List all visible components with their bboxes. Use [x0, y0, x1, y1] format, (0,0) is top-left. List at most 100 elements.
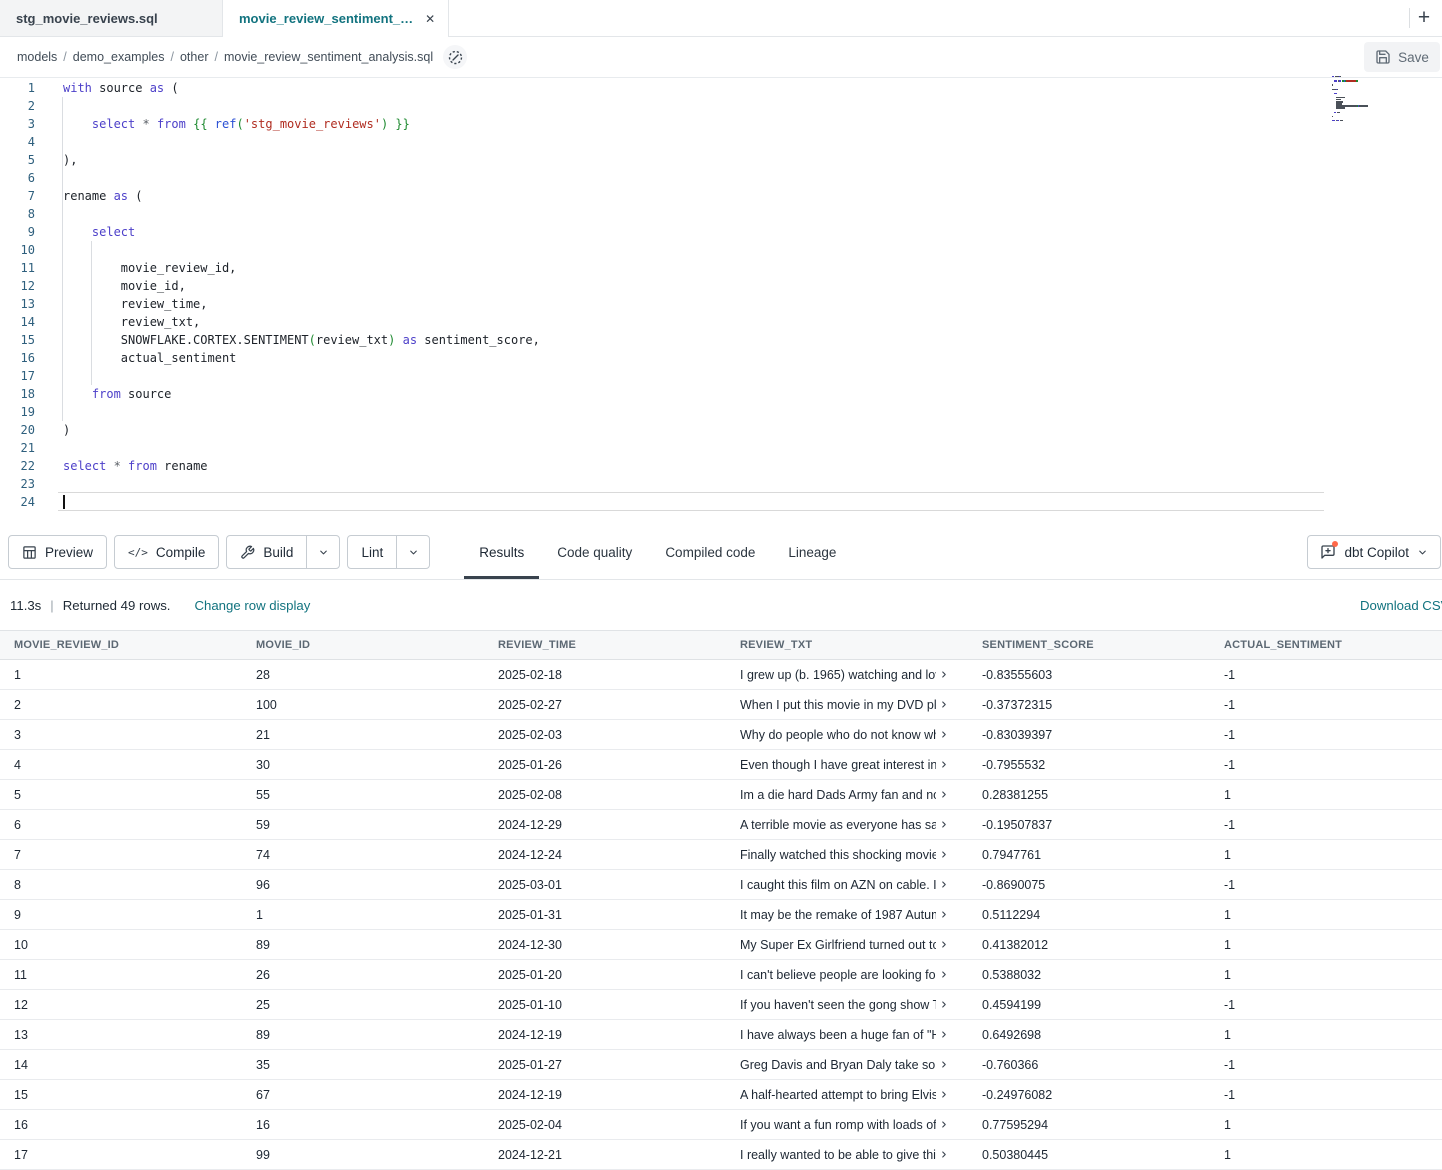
- column-header-sentiment_score[interactable]: SENTIMENT_SCORE: [968, 639, 1210, 651]
- code-line[interactable]: 23: [0, 475, 1442, 493]
- expand-cell-icon[interactable]: [939, 1058, 949, 1071]
- cell: 2025-01-27: [484, 1050, 726, 1079]
- table-row: 11262025-01-20I can't believe people are…: [0, 960, 1442, 990]
- code-line[interactable]: 12 movie_id,: [0, 277, 1442, 295]
- expand-cell-icon[interactable]: [939, 1028, 949, 1041]
- breadcrumb: models/demo_examples/other/movie_review_…: [17, 50, 433, 64]
- code-line[interactable]: 16 actual_sentiment: [0, 349, 1442, 367]
- tab-results[interactable]: Results: [464, 525, 539, 579]
- column-header-actual_sentiment[interactable]: ACTUAL_SENTIMENT: [1210, 639, 1442, 651]
- expand-cell-icon[interactable]: [939, 968, 949, 981]
- code-text: review_time,: [35, 295, 208, 313]
- line-number: 16: [0, 349, 35, 367]
- expand-cell-icon[interactable]: [939, 1148, 949, 1161]
- code-line[interactable]: 7rename as (: [0, 187, 1442, 205]
- cell: 2025-03-01: [484, 870, 726, 899]
- column-header-review_txt[interactable]: REVIEW_TXT: [726, 639, 968, 651]
- expand-cell-icon[interactable]: [939, 908, 949, 921]
- build-dropdown-button[interactable]: [306, 536, 339, 568]
- code-line[interactable]: 18 from source: [0, 385, 1442, 403]
- code-line[interactable]: 2: [0, 97, 1442, 115]
- code-text: review_txt,: [35, 313, 200, 331]
- file-tab-stg-movie-reviews[interactable]: stg_movie_reviews.sql: [0, 0, 223, 36]
- expand-cell-icon[interactable]: [939, 698, 949, 711]
- dbt-copilot-button[interactable]: dbt Copilot: [1307, 535, 1441, 569]
- compile-button[interactable]: </> Compile: [114, 535, 219, 569]
- cell: 1: [0, 660, 242, 689]
- preview-button[interactable]: Preview: [8, 535, 107, 569]
- code-line[interactable]: 24: [0, 493, 1442, 511]
- code-line[interactable]: 4: [0, 133, 1442, 151]
- review-txt-cell: If you haven't seen the gong show TV s…: [726, 990, 968, 1019]
- breadcrumb-item[interactable]: demo_examples: [73, 50, 165, 64]
- code-text: ): [35, 421, 70, 439]
- review-text: My Super Ex Girlfriend turned out to b…: [740, 938, 936, 952]
- code-line[interactable]: 5),: [0, 151, 1442, 169]
- save-button[interactable]: Save: [1364, 42, 1440, 72]
- code-line[interactable]: 17: [0, 367, 1442, 385]
- review-txt-cell: I caught this film on AZN on cable. It s…: [726, 870, 968, 899]
- cell: 67: [242, 1080, 484, 1109]
- line-number: 9: [0, 223, 35, 241]
- expand-cell-icon[interactable]: [939, 728, 949, 741]
- breadcrumb-item[interactable]: other: [180, 50, 209, 64]
- table-row: 15672024-12-19A half-hearted attempt to …: [0, 1080, 1442, 1110]
- tab-code-quality[interactable]: Code quality: [542, 525, 647, 579]
- code-line[interactable]: 8: [0, 205, 1442, 223]
- close-tab-icon[interactable]: ✕: [425, 12, 435, 26]
- cell: 100: [242, 690, 484, 719]
- wrench-icon: [240, 545, 255, 560]
- review-txt-cell: I really wanted to be able to give this …: [726, 1140, 968, 1169]
- code-text: rename as (: [35, 187, 142, 205]
- code-line[interactable]: 6: [0, 169, 1442, 187]
- file-tab-movie-review-sentiment[interactable]: movie_review_sentiment_… ✕: [223, 0, 449, 37]
- cell: 17: [0, 1140, 242, 1169]
- code-line[interactable]: 13 review_time,: [0, 295, 1442, 313]
- expand-cell-icon[interactable]: [939, 758, 949, 771]
- expand-cell-icon[interactable]: [939, 998, 949, 1011]
- code-line[interactable]: 11 movie_review_id,: [0, 259, 1442, 277]
- column-header-review_time[interactable]: REVIEW_TIME: [484, 639, 726, 651]
- code-line[interactable]: 20): [0, 421, 1442, 439]
- results-grid-body: 1282025-02-18I grew up (b. 1965) watchin…: [0, 660, 1442, 1170]
- change-row-display-link[interactable]: Change row display: [194, 598, 310, 613]
- breadcrumb-separator: /: [214, 50, 217, 64]
- column-header-movie_id[interactable]: MOVIE_ID: [242, 639, 484, 651]
- lint-button[interactable]: Lint: [348, 536, 396, 568]
- code-minimap[interactable]: [1332, 76, 1398, 130]
- build-button[interactable]: Build: [227, 536, 306, 568]
- line-number: 17: [0, 367, 35, 385]
- code-line[interactable]: 15 SNOWFLAKE.CORTEX.SENTIMENT(review_txt…: [0, 331, 1442, 349]
- breadcrumb-item[interactable]: models: [17, 50, 57, 64]
- copilot-compass-icon[interactable]: [443, 45, 467, 69]
- expand-cell-icon[interactable]: [939, 1088, 949, 1101]
- expand-cell-icon[interactable]: [939, 668, 949, 681]
- expand-cell-icon[interactable]: [939, 818, 949, 831]
- code-line[interactable]: 10: [0, 241, 1442, 259]
- code-line[interactable]: 1with source as (: [0, 79, 1442, 97]
- expand-cell-icon[interactable]: [939, 788, 949, 801]
- code-line[interactable]: 19: [0, 403, 1442, 421]
- code-line[interactable]: 3 select * from {{ ref('stg_movie_review…: [0, 115, 1442, 133]
- download-csv-link[interactable]: Download CSV: [1360, 580, 1442, 630]
- review-text: I can't believe people are looking for a…: [740, 968, 936, 982]
- code-text: movie_review_id,: [35, 259, 236, 277]
- cell: 1: [1210, 1140, 1442, 1169]
- table-row: 1282025-02-18I grew up (b. 1965) watchin…: [0, 660, 1442, 690]
- lint-dropdown-button[interactable]: [396, 536, 429, 568]
- expand-cell-icon[interactable]: [939, 938, 949, 951]
- code-line[interactable]: 22select * from rename: [0, 457, 1442, 475]
- code-line[interactable]: 9 select: [0, 223, 1442, 241]
- tab-lineage[interactable]: Lineage: [773, 525, 851, 579]
- cell: -1: [1210, 870, 1442, 899]
- expand-cell-icon[interactable]: [939, 848, 949, 861]
- expand-cell-icon[interactable]: [939, 878, 949, 891]
- expand-cell-icon[interactable]: [939, 1118, 949, 1131]
- code-line[interactable]: 14 review_txt,: [0, 313, 1442, 331]
- sql-code-editor[interactable]: 1with source as (23 select * from {{ ref…: [0, 78, 1442, 525]
- tab-compiled-code[interactable]: Compiled code: [650, 525, 770, 579]
- new-tab-button[interactable]: +: [1410, 4, 1438, 32]
- code-line[interactable]: 21: [0, 439, 1442, 457]
- breadcrumb-item[interactable]: movie_review_sentiment_analysis.sql: [224, 50, 433, 64]
- column-header-movie_review_id[interactable]: MOVIE_REVIEW_ID: [0, 639, 242, 651]
